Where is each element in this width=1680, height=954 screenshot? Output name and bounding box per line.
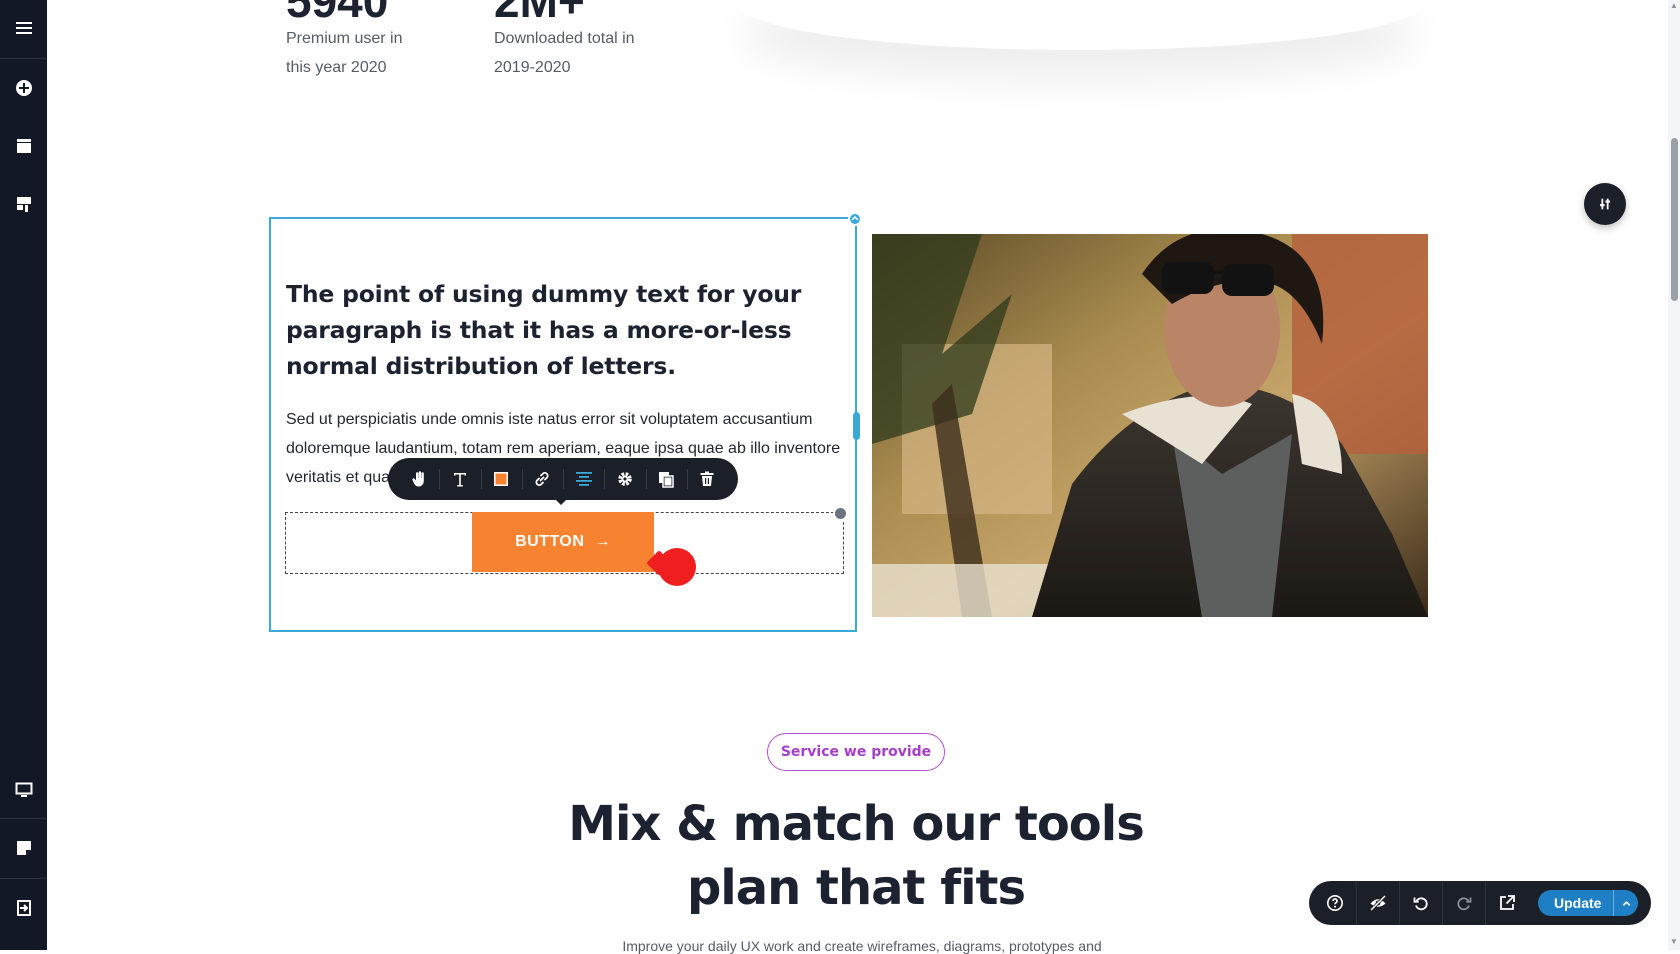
decorative-shadow [740, 0, 1420, 50]
arrow-right-icon: → [594, 533, 611, 550]
column-collapse-handle[interactable] [848, 212, 862, 226]
scrollbar-thumb[interactable] [1671, 138, 1678, 301]
duplicate-icon[interactable] [645, 458, 687, 500]
sidebar-divider [0, 58, 47, 59]
stat-label-line: Downloaded total in [494, 30, 635, 47]
menu-icon[interactable] [0, 8, 47, 48]
service-pill: Service we provide [767, 733, 945, 771]
link-icon[interactable] [521, 458, 563, 500]
hand-icon[interactable] [398, 458, 439, 500]
scroll-down-icon[interactable]: ▼ [1670, 938, 1678, 946]
stat-label-line: this year 2020 [286, 59, 387, 76]
chevron-up-icon[interactable] [1613, 890, 1638, 916]
bottom-action-bar: Update [1309, 881, 1651, 925]
column-resize-handle[interactable] [853, 412, 860, 440]
exit-icon[interactable] [0, 888, 47, 928]
stat-label-line: Premium user in [286, 30, 403, 47]
notes-icon[interactable] [0, 828, 47, 868]
align-center-icon[interactable] [563, 458, 604, 500]
pages-icon[interactable] [0, 126, 47, 166]
help-icon[interactable] [1313, 881, 1356, 925]
page-scrollbar[interactable]: ▲ ▼ [1668, 0, 1680, 950]
open-external-icon[interactable] [1485, 881, 1528, 925]
gear-icon[interactable] [604, 458, 645, 500]
redo-icon[interactable] [1442, 881, 1485, 925]
update-button-label: Update [1554, 895, 1602, 911]
hide-preview-icon[interactable] [1356, 881, 1399, 925]
stat-label: Premium user in this year 2020 [286, 24, 486, 82]
cta-button-label: BUTTON [515, 533, 585, 550]
sidebar-divider [0, 818, 47, 819]
cursor-pointer-icon [658, 548, 696, 586]
stat-label: Downloaded total in 2019-2020 [494, 24, 694, 82]
scroll-up-icon[interactable]: ▲ [1670, 2, 1678, 10]
hero-photo [872, 234, 1428, 617]
section-subtext: Improve your daily UX work and create wi… [622, 938, 1102, 954]
cta-button[interactable]: BUTTON → [472, 512, 654, 572]
section-title-line: Mix & match our tools [568, 796, 1145, 852]
text-icon[interactable] [439, 458, 480, 500]
add-element-icon[interactable] [0, 68, 47, 108]
section-title: Mix & match our tools plan that fits [540, 792, 1172, 920]
stat-number: 5940 [286, 0, 389, 27]
button-block-handle[interactable] [833, 506, 848, 521]
undo-icon[interactable] [1399, 881, 1442, 925]
desktop-view-icon[interactable] [0, 770, 47, 810]
editor-sidebar [0, 0, 47, 950]
sidebar-divider [0, 878, 47, 879]
adjust-icon[interactable] [1584, 183, 1626, 225]
element-toolbar [388, 458, 738, 505]
stat-number: 2M+ [494, 0, 585, 27]
color-square-icon[interactable] [480, 458, 522, 500]
section-heading: The point of using dummy text for your p… [286, 280, 802, 380]
stat-label-line: 2019-2020 [494, 59, 571, 76]
section-title-line: plan that fits [686, 860, 1026, 916]
update-button[interactable]: Update [1538, 890, 1639, 916]
trash-icon[interactable] [686, 458, 728, 500]
templates-icon[interactable] [0, 184, 47, 224]
